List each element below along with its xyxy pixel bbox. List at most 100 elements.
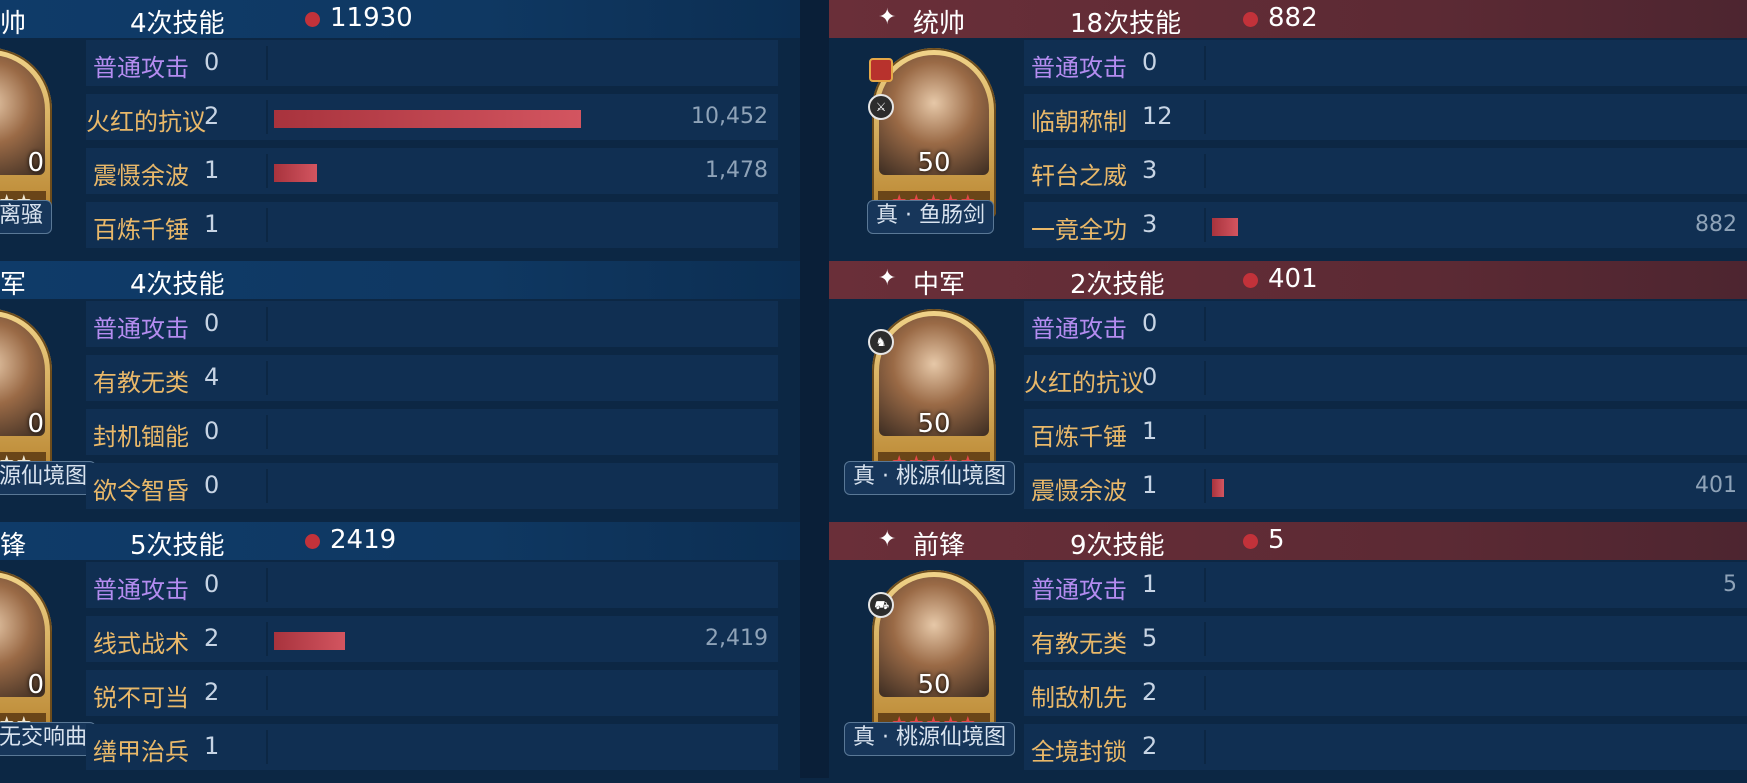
- row-divider: [1204, 307, 1206, 341]
- skill-row: 临朝称制 12: [1024, 94, 1747, 140]
- row-divider: [1204, 361, 1206, 395]
- skill-count: 2: [204, 102, 220, 130]
- general-section-2: ✦ 中军 2次技能 401 ♞ 50 ★★★★★ 真 · 桃源仙境图 普通攻击 …: [829, 261, 1747, 522]
- skill-name: 普通攻击: [93, 315, 189, 343]
- skill-name: 震慑余波: [1031, 477, 1127, 505]
- damage-dot-icon: [305, 12, 320, 27]
- section-header: ✦ 前锋 9次技能 5: [829, 522, 1747, 561]
- general-portrait[interactable]: 0 ★★★★★: [0, 309, 52, 479]
- skill-row: 制敌机先 2: [1024, 670, 1747, 716]
- role-label: 前锋: [913, 531, 966, 561]
- damage-dot-icon: [1243, 534, 1258, 549]
- skill-count: 0: [204, 48, 220, 76]
- skill-name: 普通攻击: [93, 54, 189, 82]
- skill-count: 5次技能: [130, 531, 225, 561]
- skill-row: 普通攻击 1 5: [1024, 562, 1747, 608]
- row-divider: [1204, 46, 1206, 80]
- skill-count: 3: [1142, 156, 1158, 184]
- general-portrait[interactable]: ⛟ 50 ★★★★★: [868, 570, 996, 740]
- sparkle-icon: ✦: [878, 266, 897, 291]
- skill-count: 1: [204, 732, 220, 760]
- role-label: 帅: [0, 9, 27, 39]
- faction-emblem-icon: [869, 58, 893, 82]
- level-label: 0: [27, 148, 44, 178]
- skill-row: 轩台之威 3: [1024, 148, 1747, 194]
- skill-name: 百炼千锤: [1031, 423, 1127, 451]
- skill-row: 普通攻击 0: [1024, 40, 1747, 86]
- row-divider: [1204, 100, 1206, 134]
- skill-row: 封机锢能 0: [86, 409, 778, 455]
- general-portrait[interactable]: 0 ★★★★★: [0, 48, 52, 218]
- skill-count: 12: [1142, 102, 1173, 130]
- sparkle-icon: ✦: [878, 527, 897, 552]
- level-label: 50: [917, 148, 951, 178]
- skill-row: 全境封锁 2: [1024, 724, 1747, 770]
- skill-name: 有教无类: [93, 369, 189, 397]
- row-divider: [266, 100, 268, 134]
- skill-row: 百炼千锤 1: [86, 202, 778, 248]
- skill-count: 1: [1142, 570, 1158, 598]
- total-damage: 882: [1268, 3, 1318, 33]
- level-label: 50: [917, 670, 951, 700]
- treasure-caption: 源仙境图: [0, 461, 97, 495]
- row-divider: [1204, 415, 1206, 449]
- skill-row: 火红的抗议 2 10,452: [86, 94, 778, 140]
- skill-name: 震慑余波: [93, 162, 189, 190]
- skill-row: 火红的抗议 0: [1024, 355, 1747, 401]
- skill-row: 锐不可当 2: [86, 670, 778, 716]
- skill-name: 欲令智昏: [93, 477, 189, 505]
- chariot-icon: ⛟: [868, 592, 894, 618]
- skill-count: 2: [1142, 732, 1158, 760]
- section-header: ✦ 统帅 18次技能 882: [829, 0, 1747, 39]
- damage-bar: [1212, 479, 1224, 497]
- treasure-caption: 真 · 鱼肠剑: [867, 200, 994, 234]
- skill-name: 封机锢能: [93, 423, 189, 451]
- row-divider: [266, 730, 268, 764]
- role-label: 军: [0, 270, 27, 300]
- skill-row: 普通攻击 0: [86, 562, 778, 608]
- skill-row: 有教无类 5: [1024, 616, 1747, 662]
- section-header: 军 4次技能: [0, 261, 800, 300]
- general-section-1: 帅 4次技能 11930 0 ★★★★★ 离骚 普通攻击 0 火红的抗议 2 1…: [0, 0, 800, 261]
- general-portrait[interactable]: 0 ★★★★★: [0, 570, 52, 740]
- general-portrait[interactable]: ♞ 50 ★★★★★: [868, 309, 996, 479]
- skill-row: 普通攻击 0: [86, 40, 778, 86]
- row-divider: [266, 307, 268, 341]
- row-divider: [266, 415, 268, 449]
- row-divider: [266, 208, 268, 242]
- skill-row: 欲令智昏 0: [86, 463, 778, 509]
- damage-dot-icon: [1243, 12, 1258, 27]
- treasure-caption: 真 · 桃源仙境图: [844, 461, 1015, 495]
- skill-count: 2次技能: [1070, 270, 1165, 300]
- row-divider: [1204, 622, 1206, 656]
- skill-count: 0: [1142, 48, 1158, 76]
- general-portrait[interactable]: ⚔ 50 ★★★★★: [868, 48, 996, 218]
- row-divider: [266, 568, 268, 602]
- row-divider: [266, 154, 268, 188]
- skill-row: 震慑余波 1 401: [1024, 463, 1747, 509]
- level-label: 50: [917, 409, 951, 439]
- skill-name: 轩台之威: [1031, 162, 1127, 190]
- row-divider: [266, 46, 268, 80]
- general-section-3: 锋 5次技能 2419 0 ★★★★★ 无交响曲 普通攻击 0 线式战术 2 2…: [0, 522, 800, 783]
- skill-name: 锐不可当: [93, 684, 189, 712]
- skill-name: 一竟全功: [1031, 216, 1127, 244]
- skill-count: 1: [204, 156, 220, 184]
- skill-name: 制敌机先: [1031, 684, 1127, 712]
- row-divider: [1204, 469, 1206, 503]
- damage-value: 2,419: [705, 626, 768, 651]
- skill-count: 9次技能: [1070, 531, 1165, 561]
- skill-row: 震慑余波 1 1,478: [86, 148, 778, 194]
- row-divider: [1204, 730, 1206, 764]
- left-team-panel: 帅 4次技能 11930 0 ★★★★★ 离骚 普通攻击 0 火红的抗议 2 1…: [0, 0, 800, 778]
- skill-row: 缮甲治兵 1: [86, 724, 778, 770]
- row-divider: [1204, 676, 1206, 710]
- row-divider: [1204, 568, 1206, 602]
- skill-count: 0: [204, 471, 220, 499]
- skill-name: 百炼千锤: [93, 216, 189, 244]
- damage-bar: [274, 632, 345, 650]
- weapon-type-icon: ⚔: [868, 94, 894, 120]
- skill-name: 普通攻击: [1031, 315, 1127, 343]
- skill-count: 1: [1142, 417, 1158, 445]
- skill-count: 2: [204, 624, 220, 652]
